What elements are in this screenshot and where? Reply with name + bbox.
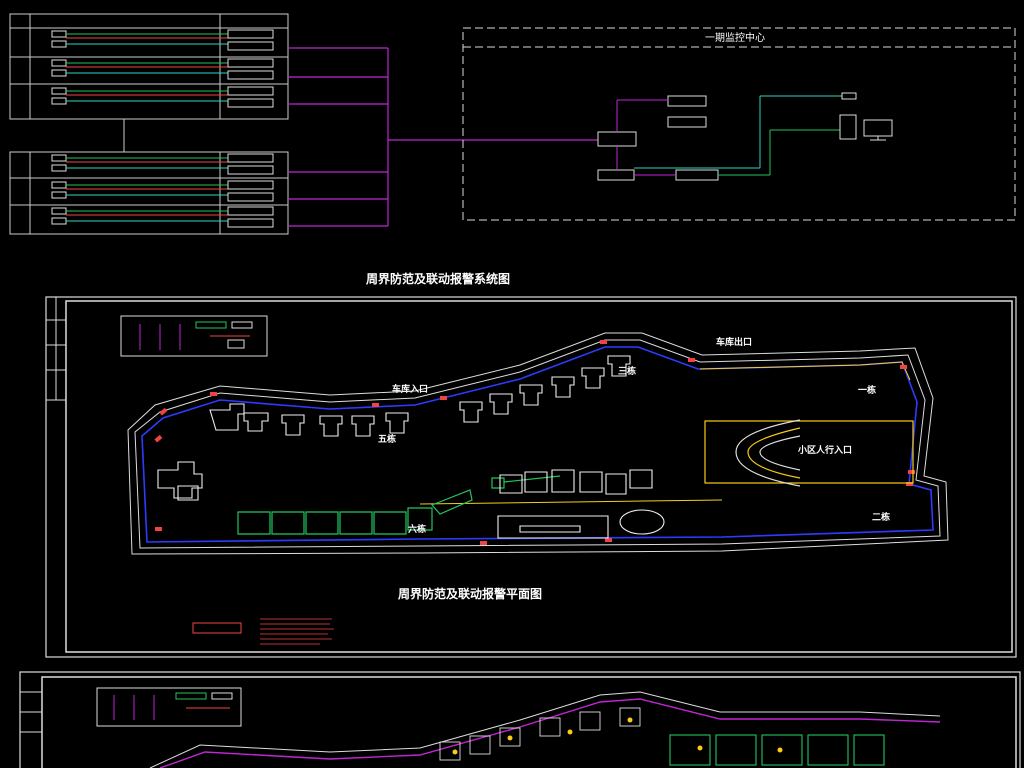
buildings-north xyxy=(209,355,631,437)
label-building-5: 五栋 xyxy=(378,433,396,445)
plan-frame xyxy=(45,296,1017,658)
computer-icon xyxy=(839,114,893,141)
label-building-6: 六栋 xyxy=(408,523,426,535)
building-west xyxy=(157,461,203,501)
monitor-center-title: 一期监控中心 xyxy=(705,31,765,44)
wiring-row xyxy=(51,153,274,175)
legend-box xyxy=(120,315,268,357)
lower-plan-outline xyxy=(149,691,941,768)
alarm-detectors xyxy=(154,340,915,545)
wiring-row xyxy=(51,86,274,108)
label-pedestrian-entry: 小区人行入口 xyxy=(797,444,852,456)
plan-notes xyxy=(192,618,334,645)
wiring-row xyxy=(51,180,274,202)
wiring-row xyxy=(51,58,274,80)
wiring-row xyxy=(51,29,274,51)
wiring-row xyxy=(51,206,274,228)
system-diagram-caption: 周界防范及联动报警系统图 xyxy=(366,271,510,286)
lower-legend-box xyxy=(96,687,242,727)
buildings-south-green xyxy=(237,475,561,535)
label-garage-entry: 车库入口 xyxy=(392,383,428,395)
label-garage-exit: 车库出口 xyxy=(716,336,752,348)
cad-drawing-canvas: 一期监控中心 周界防范及联动报警系统图 车库出口 车库入口 一栋 三栋 五栋 六… xyxy=(9,13,1021,768)
perimeter-outline xyxy=(127,332,949,555)
label-building-1: 一栋 xyxy=(858,384,876,396)
label-building-2: 二栋 xyxy=(872,511,890,523)
trunk-bus xyxy=(288,47,598,227)
wiring-rows xyxy=(51,29,274,228)
monitor-center-box: 一期监控中心 xyxy=(462,27,1016,221)
label-building-3: 三栋 xyxy=(618,365,636,377)
plan-title: 周界防范及联动报警平面图 xyxy=(398,586,542,601)
